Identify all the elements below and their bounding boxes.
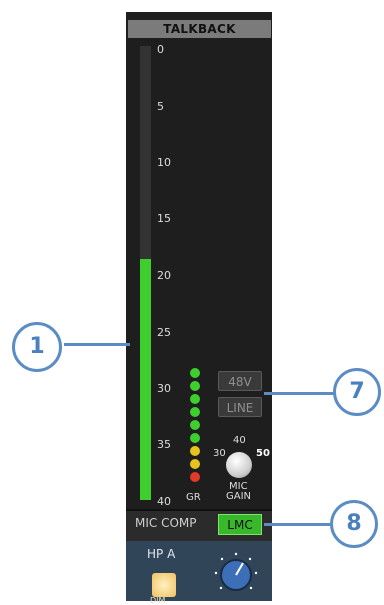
gr-led — [190, 394, 200, 404]
gain-mark-40: 40 — [233, 435, 246, 446]
line-button[interactable]: LINE — [218, 397, 262, 417]
callout-7-line — [264, 392, 336, 395]
hp-a-label: HP A — [147, 547, 176, 561]
gr-led — [190, 381, 200, 391]
mic-comp-label: MIC COMP — [135, 516, 197, 530]
gr-led — [190, 420, 200, 430]
callout-7: 7 — [333, 368, 381, 416]
scale-35: 35 — [157, 438, 171, 451]
gr-led — [190, 368, 200, 378]
gr-led — [190, 446, 200, 456]
48v-button[interactable]: 48V — [218, 371, 262, 391]
scale-40: 40 — [157, 495, 171, 508]
gr-led — [190, 433, 200, 443]
scale-20: 20 — [157, 269, 171, 282]
level-meter-fill — [140, 259, 151, 500]
talkback-title: TALKBACK — [128, 20, 271, 38]
scale-5: 5 — [157, 100, 164, 113]
gr-label: GR — [186, 492, 201, 503]
callout-1: 1 — [12, 322, 62, 372]
callout-1-line — [64, 343, 130, 346]
scale-0: 0 — [157, 43, 164, 56]
callout-8: 8 — [330, 500, 378, 548]
hp-volume-knob[interactable] — [213, 551, 259, 597]
lmc-button[interactable]: LMC — [218, 514, 262, 535]
mic-gain-knob[interactable] — [226, 452, 252, 478]
gain-reduction-leds — [188, 368, 202, 485]
gr-led — [190, 407, 200, 417]
gr-led — [190, 472, 200, 482]
mic-gain-label-2: GAIN — [226, 491, 252, 502]
hp-dim-button[interactable] — [152, 573, 176, 597]
scale-30: 30 — [157, 382, 171, 395]
gr-led — [190, 459, 200, 469]
gain-mark-50: 50 — [256, 448, 270, 459]
callout-8-line — [264, 523, 330, 526]
scale-10: 10 — [157, 156, 171, 169]
level-meter — [140, 46, 151, 500]
gain-mark-30: 30 — [213, 448, 226, 459]
scale-15: 15 — [157, 212, 171, 225]
scale-25: 25 — [157, 326, 171, 339]
